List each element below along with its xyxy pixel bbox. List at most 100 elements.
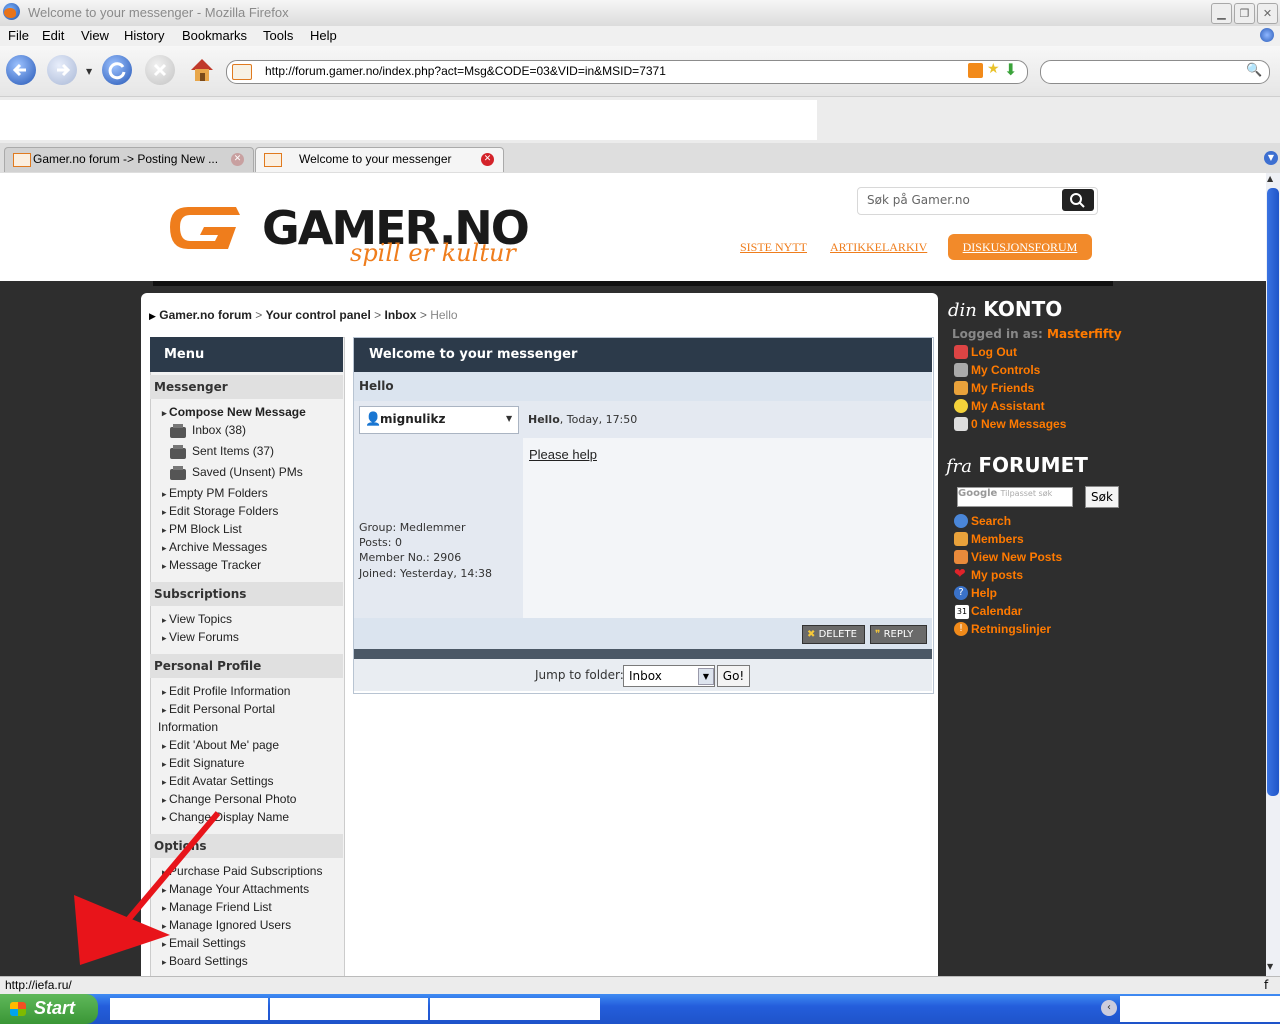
link-my-assistant[interactable]: My Assistant [971, 399, 1045, 413]
tab-posting-new[interactable]: Gamer.no forum -> Posting New ... ✕ [4, 147, 254, 172]
back-button[interactable] [6, 55, 36, 85]
windows-logo-icon [10, 1002, 26, 1016]
delete-button[interactable]: ✖ DELETE [802, 625, 865, 644]
window-title: Welcome to your messenger - Mozilla Fire… [28, 5, 289, 20]
start-button[interactable]: Start [0, 994, 98, 1024]
menu-edit-avatar-settings[interactable]: Edit Avatar Settings [162, 774, 274, 788]
link-my-friends[interactable]: My Friends [971, 381, 1034, 395]
menu-edit-personal-portal[interactable]: Edit Personal Portal [162, 702, 275, 716]
maximize-button[interactable]: ❐ [1234, 3, 1255, 24]
link-my-posts[interactable]: My posts [971, 568, 1023, 582]
link-new-messages[interactable]: 0 New Messages [971, 417, 1066, 431]
menu-empty-pm-folders[interactable]: Empty PM Folders [162, 486, 268, 500]
link-members[interactable]: Members [971, 532, 1024, 546]
minimize-button[interactable]: ▁ [1211, 3, 1232, 24]
tray-expand-icon[interactable]: ‹ [1101, 1000, 1117, 1016]
taskbar-window-1[interactable] [110, 998, 268, 1020]
close-window-button[interactable]: ✕ [1257, 3, 1278, 24]
folder-sent-items[interactable]: Sent Items (37) [192, 444, 274, 458]
link-view-new-posts[interactable]: View New Posts [971, 550, 1062, 564]
header-divider [153, 281, 1113, 286]
folder-saved-pms[interactable]: Saved (Unsent) PMs [192, 465, 303, 479]
stop-button[interactable] [145, 55, 175, 85]
google-search-input[interactable]: Google Tilpasset søk [957, 487, 1073, 507]
folder-inbox[interactable]: Inbox (38) [192, 423, 246, 437]
tab-welcome-messenger[interactable]: Welcome to your messenger ✕ [255, 147, 504, 172]
menu-edit-profile-information[interactable]: Edit Profile Information [162, 684, 290, 698]
menu-message-tracker[interactable]: Message Tracker [162, 558, 261, 572]
breadcrumb-control-panel[interactable]: Your control panel [266, 308, 371, 322]
author-dropdown[interactable]: 👤 mignulikz ▼ [359, 406, 519, 434]
rss-feed-icon[interactable] [968, 63, 983, 78]
menu-file[interactable]: File [8, 28, 29, 43]
link-my-controls[interactable]: My Controls [971, 363, 1040, 377]
friends-icon [954, 381, 968, 395]
breadcrumb-forum[interactable]: Gamer.no forum [159, 308, 252, 322]
menu-pm-block-list[interactable]: PM Block List [162, 522, 242, 536]
breadcrumb-sep: > [419, 308, 427, 322]
menu-view-forums[interactable]: View Forums [162, 630, 239, 644]
menu-bookmarks[interactable]: Bookmarks [182, 28, 247, 43]
forward-button[interactable] [47, 55, 77, 85]
link-log-out[interactable]: Log Out [971, 345, 1017, 359]
reload-button[interactable] [102, 55, 132, 85]
url-text[interactable]: http://forum.gamer.no/index.php?act=Msg&… [265, 64, 666, 78]
go-button[interactable]: Go! [717, 665, 750, 687]
nav-artikkelarkiv[interactable]: ARTIKKELARKIV [830, 240, 927, 255]
link-calendar[interactable]: Calendar [971, 604, 1022, 618]
scroll-up-icon[interactable]: ▲ [1267, 174, 1273, 183]
menu-compose-new-message[interactable]: Compose New Message [162, 405, 306, 419]
account-heading-main: KONTO [983, 297, 1063, 321]
nav-diskusjonsforum[interactable]: DISKUSJONSFORUM [948, 234, 1092, 260]
chevron-down-icon: ▼ [506, 414, 513, 423]
link-help[interactable]: Help [971, 586, 997, 600]
menu-edit[interactable]: Edit [42, 28, 64, 43]
menubar: File Edit View History Bookmarks Tools H… [0, 26, 1280, 46]
list-all-tabs-icon[interactable]: ▼ [1264, 151, 1278, 165]
jump-folder-select[interactable]: Inbox ▼ [623, 665, 715, 687]
logged-in-username[interactable]: Masterfifty [1047, 327, 1122, 341]
folder-icon [170, 445, 186, 459]
menu-change-personal-photo[interactable]: Change Personal Photo [162, 792, 296, 806]
menu-help[interactable]: Help [310, 28, 337, 43]
home-button[interactable] [187, 55, 217, 85]
menu-edit-signature[interactable]: Edit Signature [162, 756, 244, 770]
status-bar: http://iefa.ru/ f [0, 976, 1280, 995]
logged-in-line: Logged in as: Masterfifty [952, 327, 1122, 341]
tab-close-icon[interactable]: ✕ [481, 153, 494, 166]
help-icon: ? [954, 586, 968, 600]
menu-edit-personal-portal-cont[interactable]: Information [158, 720, 218, 734]
taskbar-window-3[interactable] [430, 998, 600, 1020]
reply-button[interactable]: ❞ REPLY [870, 625, 927, 644]
breadcrumb-inbox[interactable]: Inbox [384, 308, 416, 322]
menu-view[interactable]: View [81, 28, 109, 43]
menu-view-topics[interactable]: View Topics [162, 612, 232, 626]
post-body-link[interactable]: Please help [529, 447, 597, 462]
site-tagline: spill er kultur [350, 239, 516, 267]
search-icon [1070, 193, 1085, 208]
assistant-icon [954, 399, 968, 413]
google-search-button[interactable]: Søk [1085, 486, 1119, 508]
bookmark-star-icon[interactable]: ★ [987, 61, 1000, 77]
menu-archive-messages[interactable]: Archive Messages [162, 540, 267, 554]
taskbar-window-2[interactable] [270, 998, 428, 1020]
scroll-down-icon[interactable]: ▼ [1267, 962, 1273, 971]
browser-search-input[interactable] [1040, 60, 1270, 84]
link-retningslinjer[interactable]: Retningslinjer [971, 622, 1051, 636]
logged-in-label: Logged in as: [952, 327, 1043, 341]
menu-tools[interactable]: Tools [263, 28, 293, 43]
tab-close-icon[interactable]: ✕ [231, 153, 244, 166]
nav-siste-nytt[interactable]: SISTE NYTT [740, 240, 807, 255]
menu-edit-about-me[interactable]: Edit 'About Me' page [162, 738, 279, 752]
download-arrow-icon[interactable]: ⬇ [1004, 60, 1017, 79]
history-dropdown-icon[interactable]: ▼ [86, 67, 92, 76]
menu-edit-storage-folders[interactable]: Edit Storage Folders [162, 504, 278, 518]
scrollbar-thumb[interactable] [1267, 188, 1279, 796]
menu-history[interactable]: History [124, 28, 164, 43]
search-magnifier-icon[interactable]: 🔍 [1246, 63, 1262, 78]
site-search-button[interactable] [1062, 189, 1094, 211]
link-search[interactable]: Search [971, 514, 1011, 528]
tab-favicon [264, 153, 282, 167]
author-joined: Joined: Yesterday, 14:38 [359, 567, 493, 580]
google-logo: Google [958, 488, 998, 499]
